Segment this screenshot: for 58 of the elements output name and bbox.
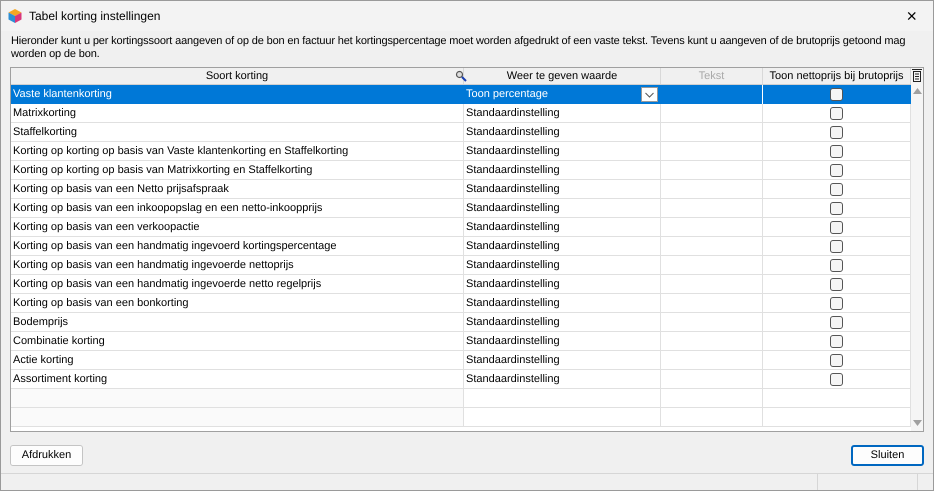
table-cell-text: Standaardinstelling (466, 144, 560, 159)
table-cell-text: Standaardinstelling (466, 162, 560, 178)
table-cell-text: Toon percentage (466, 86, 548, 102)
table-cell: Matrixkorting (11, 104, 464, 123)
table-cell-text: Standaardinstelling (466, 276, 560, 292)
checkbox[interactable] (830, 278, 843, 290)
table-cell: Korting op basis van een inkoopopslag en een netto-inkoopprijs (11, 199, 464, 218)
window-title: Tabel korting instellingen (29, 8, 160, 25)
table-cell: Korting op korting op basis van Vaste klantenkorting en Staffelkorting (11, 142, 464, 161)
table-cell: Korting op basis van een handmatig ingevoerd kortingspercentage (11, 237, 464, 256)
checkbox[interactable] (830, 88, 843, 100)
table-cell-text: Standaardinstelling (466, 352, 560, 368)
checkbox[interactable] (830, 164, 843, 176)
table-cell: Korting op basis van een Netto prijsafspraak (11, 180, 464, 199)
table-cell: Korting op basis van een handmatig ingevoerde nettoprijs (11, 256, 464, 275)
checkbox[interactable] (830, 106, 843, 120)
table-cell-text: Standaardinstelling (466, 200, 560, 216)
table-cell-text: Standaardinstelling (466, 372, 560, 387)
checkbox[interactable] (830, 372, 843, 386)
checkbox[interactable] (830, 240, 843, 252)
table-cell-text: Standaardinstelling (466, 334, 560, 349)
checkbox[interactable] (830, 316, 843, 328)
checkbox[interactable] (830, 144, 843, 158)
table-cell-text: Standaardinstelling (466, 182, 560, 197)
table-cell: Actie korting (11, 351, 464, 370)
checkbox[interactable] (830, 202, 843, 214)
checkbox[interactable] (830, 126, 843, 138)
table-cell-text: Standaardinstelling (466, 220, 560, 235)
table-cell: Bodemprijs (11, 313, 464, 332)
table-cell-text: Standaardinstelling (466, 314, 560, 330)
checkbox[interactable] (830, 258, 843, 272)
table-cell: Korting op basis van een verkoopactie (11, 218, 464, 237)
table-cell-text: Standaardinstelling (466, 296, 560, 311)
app-logo-icon (7, 8, 23, 24)
checkbox[interactable] (830, 334, 843, 348)
checkbox[interactable] (830, 354, 843, 366)
checkbox[interactable] (830, 296, 843, 310)
column-chooser-icon[interactable] (912, 69, 922, 82)
checkbox[interactable] (830, 220, 843, 234)
table-cell: Staffelkorting (11, 123, 464, 142)
table-cell-text: Standaardinstelling (466, 238, 560, 254)
close-button[interactable]: × (896, 7, 927, 25)
table-cell: Combinatie korting (11, 332, 464, 351)
table-cell: Korting op basis van een handmatig ingevoerde netto regelprijs (11, 275, 464, 294)
table-cell: Vaste klantenkorting (11, 85, 464, 104)
close-dialog-button[interactable]: Sluiten (851, 445, 924, 466)
table-cell-text: Standaardinstelling (466, 258, 560, 273)
description-text: Hieronder kunt u per kortingssoort aangeven of op de bon en factuur het kortingspercentage moet worden afgedrukt of een vaste tekst. Tevens kunt u aangeven of de brutoprijs getoond mag worden op de bon. (10, 34, 906, 62)
dropdown-button-icon[interactable] (641, 86, 658, 102)
search-icon[interactable] (455, 70, 467, 82)
table-cell-text: Standaardinstelling (466, 124, 560, 140)
column-header[interactable]: Weer te geven waarde (464, 68, 661, 84)
table-cell-text: Standaardinstelling (466, 106, 560, 121)
column-header[interactable]: Soort korting (11, 68, 464, 84)
table-cell: Korting op basis van een bonkorting (11, 294, 464, 313)
print-button[interactable]: Afdrukken (10, 445, 83, 466)
table-cell: Korting op korting op basis van Matrixkorting en Staffelkorting (11, 161, 464, 180)
checkbox[interactable] (830, 182, 843, 196)
